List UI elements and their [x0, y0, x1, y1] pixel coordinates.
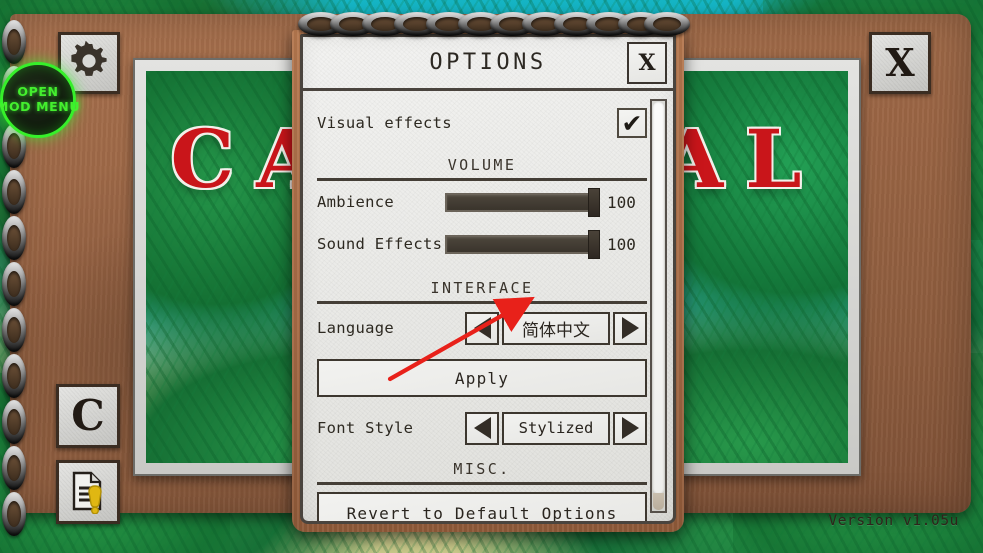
quit-label: X: [885, 40, 915, 85]
check-icon: ✔: [621, 108, 643, 138]
sound-effects-slider-track: [445, 234, 595, 254]
options-dialog: OPTIONS X Visual effects ✔ VOLUME Ambien…: [292, 8, 690, 532]
row-sound-effects: Sound Effects 100: [317, 223, 647, 265]
scrollbar-thumb[interactable]: [653, 102, 664, 494]
document-alert-icon: [64, 466, 112, 518]
dialog-scrollbar[interactable]: [650, 99, 667, 513]
quit-button[interactable]: X: [869, 32, 931, 94]
ambience-label: Ambience: [317, 193, 395, 211]
revert-defaults-label: Revert to Default Options: [346, 503, 618, 523]
version-label: Version v1.05u: [828, 513, 959, 529]
sound-effects-value: 100: [607, 234, 636, 254]
language-next-button[interactable]: [613, 311, 647, 345]
language-prev-button[interactable]: [465, 311, 499, 345]
ambience-value: 100: [607, 192, 636, 212]
mod-menu-line1: OPEN: [17, 84, 59, 100]
section-heading-volume: VOLUME: [317, 156, 647, 181]
font-style-prev-button[interactable]: [465, 411, 499, 445]
ambience-slider-track: [445, 192, 595, 212]
open-mod-menu-button[interactable]: OPEN MOD MENU: [0, 62, 79, 138]
language-label: Language: [317, 319, 395, 337]
section-heading-interface: INTERFACE: [317, 279, 647, 304]
dialog-page: OPTIONS X Visual effects ✔ VOLUME Ambien…: [300, 34, 676, 524]
row-visual-effects: Visual effects ✔: [317, 100, 647, 146]
language-value[interactable]: 简体中文: [502, 311, 610, 345]
visual-effects-checkbox[interactable]: ✔: [617, 108, 647, 138]
font-style-value[interactable]: Stylized: [502, 411, 610, 445]
game-screen: OPEN MOD MENU C X CARNIVAL: [0, 0, 983, 553]
apply-label: Apply: [454, 368, 510, 388]
section-heading-misc: MISC.: [317, 460, 647, 485]
revert-defaults-button[interactable]: Revert to Default Options: [317, 492, 647, 523]
chevron-right-icon: [621, 417, 639, 439]
font-style-next-button[interactable]: [613, 411, 647, 445]
ambience-slider-knob[interactable]: [588, 187, 600, 217]
close-label: X: [638, 50, 656, 76]
chevron-left-icon: [473, 317, 491, 339]
scrollbar-track-remainder: [653, 493, 664, 510]
row-language: Language 简体中文: [317, 304, 647, 352]
sound-effects-label: Sound Effects: [317, 235, 443, 253]
row-font-style: Font Style Stylized: [317, 404, 647, 452]
dialog-body: Visual effects ✔ VOLUME Ambience 100 Sou…: [303, 94, 673, 521]
sound-effects-slider[interactable]: [445, 229, 600, 259]
dialog-title: OPTIONS: [429, 50, 547, 75]
sound-effects-slider-knob[interactable]: [588, 229, 600, 259]
visual-effects-label: Visual effects: [317, 114, 452, 132]
chevron-right-icon: [621, 317, 639, 339]
mod-menu-line2: MOD MENU: [0, 99, 81, 114]
spiral-binding-top: [292, 8, 690, 52]
apply-button[interactable]: Apply: [317, 359, 647, 397]
credits-label: C: [71, 391, 105, 440]
credits-button[interactable]: C: [56, 384, 120, 448]
patch-notes-button[interactable]: [56, 460, 120, 524]
font-style-label: Font Style: [317, 419, 414, 437]
row-ambience: Ambience 100: [317, 181, 647, 223]
ambience-slider[interactable]: [445, 187, 600, 217]
chevron-left-icon: [473, 417, 491, 439]
gear-icon: [69, 40, 109, 85]
